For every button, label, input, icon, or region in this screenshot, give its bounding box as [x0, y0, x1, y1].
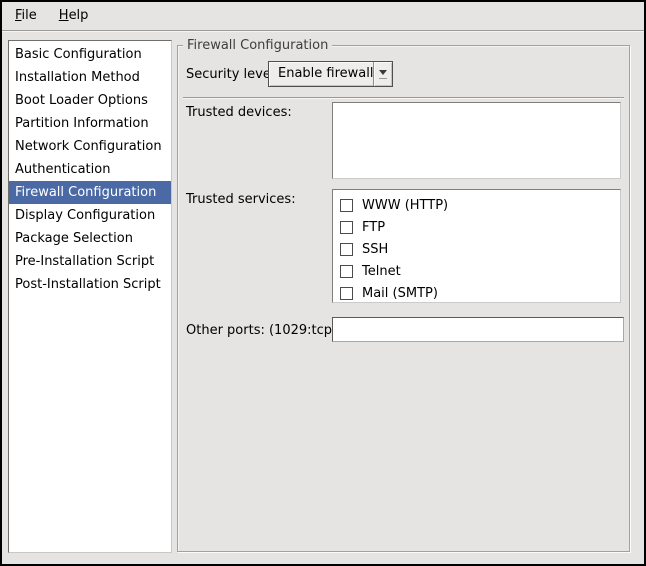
sidebar-item-basic-configuration[interactable]: Basic Configuration — [9, 43, 171, 66]
service-row-ssh[interactable]: SSH — [333, 238, 620, 260]
sidebar-item-network-configuration[interactable]: Network Configuration — [9, 135, 171, 158]
sidebar-item-firewall-configuration[interactable]: Firewall Configuration — [9, 181, 171, 204]
checkbox-ssh[interactable] — [340, 243, 353, 256]
service-row-ftp[interactable]: FTP — [333, 216, 620, 238]
trusted-services-list: WWW (HTTP) FTP SSH Telnet Mail (SMTP) — [332, 189, 621, 303]
service-label: WWW (HTTP) — [362, 198, 448, 213]
checkbox-telnet[interactable] — [340, 265, 353, 278]
service-row-telnet[interactable]: Telnet — [333, 260, 620, 282]
service-label: Telnet — [362, 264, 401, 279]
security-level-combobox[interactable]: Enable firewall — [268, 61, 393, 87]
sidebar-item-partition-information[interactable]: Partition Information — [9, 112, 171, 135]
sidebar-item-boot-loader-options[interactable]: Boot Loader Options — [9, 89, 171, 112]
sidebar-item-authentication[interactable]: Authentication — [9, 158, 171, 181]
sidebar-item-display-configuration[interactable]: Display Configuration — [9, 204, 171, 227]
security-level-value: Enable firewall — [269, 62, 373, 86]
firewall-configuration-frame: Firewall Configuration Security level: E… — [177, 45, 630, 552]
section-separator — [183, 97, 624, 98]
menu-help[interactable]: Help — [48, 2, 100, 30]
chevron-down-icon — [379, 70, 387, 75]
checkbox-ftp[interactable] — [340, 221, 353, 234]
other-ports-label: Other ports: (1029:tcp) — [186, 322, 337, 339]
menubar: File Help — [2, 2, 644, 31]
kickstart-configurator-window: File Help Basic Configuration Installati… — [0, 0, 646, 566]
menu-file[interactable]: File — [4, 2, 48, 30]
trusted-services-label: Trusted services: — [186, 191, 296, 208]
sidebar-item-package-selection[interactable]: Package Selection — [9, 227, 171, 250]
service-label: SSH — [362, 242, 388, 257]
menu-help-mnemonic: H — [59, 8, 69, 23]
security-level-label: Security level: — [186, 66, 279, 83]
menu-file-label: ile — [22, 8, 37, 23]
sidebar-item-pre-installation-script[interactable]: Pre-Installation Script — [9, 250, 171, 273]
trusted-devices-list[interactable] — [332, 102, 621, 179]
checkbox-www-http[interactable] — [340, 199, 353, 212]
other-ports-input[interactable] — [332, 317, 624, 342]
menu-help-label: elp — [69, 8, 89, 23]
service-row-mail-smtp[interactable]: Mail (SMTP) — [333, 282, 620, 303]
checkbox-mail-smtp[interactable] — [340, 287, 353, 300]
trusted-devices-label: Trusted devices: — [186, 104, 292, 121]
service-row-www-http[interactable]: WWW (HTTP) — [333, 194, 620, 216]
sidebar-item-installation-method[interactable]: Installation Method — [9, 66, 171, 89]
combobox-arrow-button[interactable] — [373, 62, 392, 86]
frame-title: Firewall Configuration — [183, 37, 332, 54]
sidebar-item-post-installation-script[interactable]: Post-Installation Script — [9, 273, 171, 296]
service-label: Mail (SMTP) — [362, 286, 438, 301]
service-label: FTP — [362, 220, 385, 235]
chevron-underline-icon — [379, 78, 387, 79]
section-list: Basic Configuration Installation Method … — [8, 40, 172, 553]
